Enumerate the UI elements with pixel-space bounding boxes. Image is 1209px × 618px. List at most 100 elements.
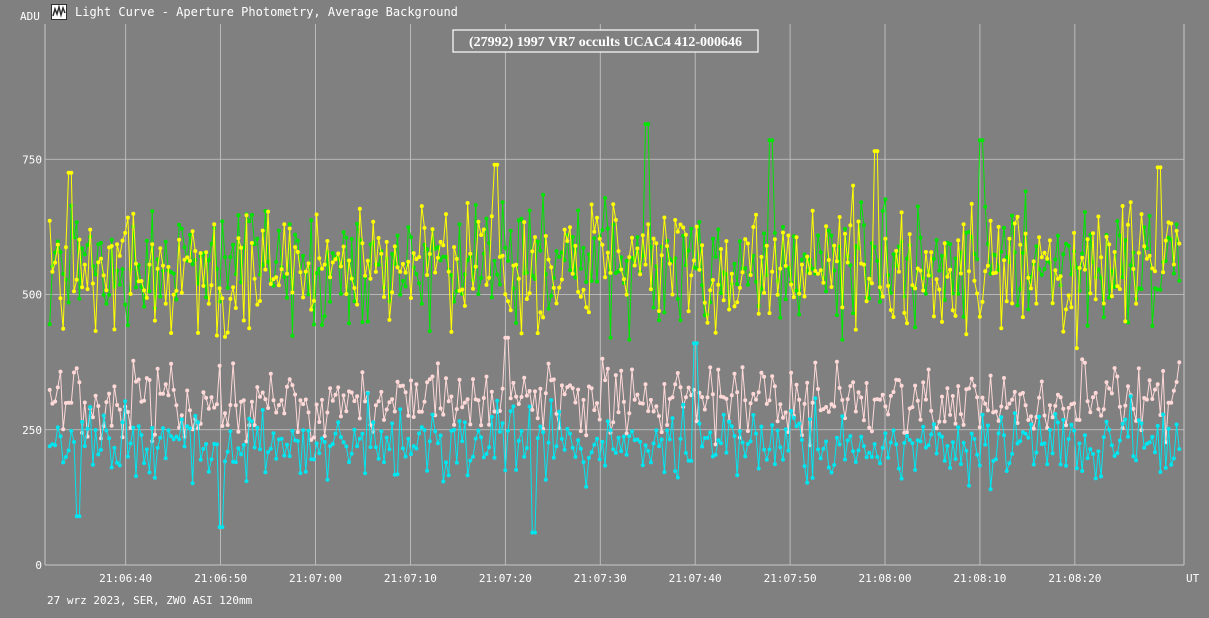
series-3-point <box>899 476 904 481</box>
series-3-point <box>799 437 804 442</box>
series-1-point <box>624 292 629 297</box>
series-1-point <box>1064 307 1068 312</box>
series-3-point <box>136 424 141 429</box>
series-1-point <box>931 314 936 319</box>
series-1-point <box>878 285 882 290</box>
series-1-point <box>600 242 605 247</box>
series-1-point <box>231 285 236 290</box>
series-2-point <box>988 373 993 378</box>
series-1-point <box>220 296 225 301</box>
series-2-point <box>948 412 953 417</box>
series-2-point <box>945 386 950 391</box>
series-3-point <box>363 471 368 476</box>
series-2-point <box>1126 384 1130 389</box>
series-2-point <box>403 390 408 395</box>
series-1-point <box>1034 301 1039 306</box>
series-3-point <box>716 438 721 443</box>
series-3-point <box>460 439 465 444</box>
series-3-point <box>786 448 791 453</box>
series-2-point <box>422 399 427 404</box>
series-1-point <box>392 244 397 249</box>
series-0-point <box>500 200 505 205</box>
series-3-point <box>851 449 856 454</box>
series-1-point <box>1015 214 1020 219</box>
series-3-point <box>813 396 818 401</box>
series-0-point <box>503 245 508 250</box>
series-1-point <box>988 218 993 223</box>
series-1-point <box>355 302 360 307</box>
series-3-point <box>438 433 443 438</box>
series-2-point <box>225 423 230 427</box>
series-3-point <box>90 462 95 467</box>
series-2-point <box>1177 360 1182 365</box>
series-3-point <box>756 466 761 471</box>
series-3-point <box>551 455 556 460</box>
series-0-point <box>554 249 559 254</box>
series-1-point <box>735 300 740 305</box>
series-1-point <box>570 271 575 276</box>
series-2-point <box>584 433 589 438</box>
series-1-point <box>551 285 556 290</box>
series-0-point <box>818 250 823 255</box>
series-0-point <box>1026 307 1031 312</box>
series-1-point <box>923 250 928 254</box>
series-1-point <box>400 261 405 266</box>
series-0-point <box>77 296 82 301</box>
series-3-point <box>177 437 182 442</box>
series-3-point <box>853 460 858 464</box>
series-1-point <box>573 243 578 248</box>
series-1-point <box>926 273 931 278</box>
series-1-point <box>142 288 147 293</box>
series-0-point <box>400 278 405 283</box>
series-3-point <box>142 461 147 466</box>
series-2-point <box>414 382 419 387</box>
series-0-point <box>937 268 942 273</box>
series-3-point <box>605 419 610 424</box>
series-2-point <box>519 395 524 399</box>
series-0-point <box>861 223 866 228</box>
series-3-point <box>837 442 842 447</box>
series-0-point <box>1171 271 1176 276</box>
series-1-point <box>754 212 758 217</box>
series-1-point <box>799 262 804 267</box>
series-2-point <box>1004 405 1009 410</box>
series-0-point <box>414 271 419 276</box>
series-0-point <box>713 254 718 259</box>
series-1-point <box>120 238 125 243</box>
series-1-point <box>99 256 103 261</box>
series-1-point <box>737 285 742 290</box>
series-3-point <box>972 437 977 441</box>
series-0-point <box>743 266 748 271</box>
series-3-point <box>654 428 659 433</box>
series-1-point <box>228 296 233 301</box>
series-2-point <box>338 414 343 419</box>
series-2-point <box>1085 399 1090 404</box>
series-1-point <box>244 213 249 218</box>
series-1-point <box>675 229 680 234</box>
series-3-point <box>1123 417 1128 422</box>
series-3-point <box>967 483 971 488</box>
series-2-point <box>516 402 521 406</box>
series-1-point <box>74 277 79 282</box>
series-3-point <box>565 426 570 431</box>
light-curve-chart[interactable]: ADU UT 0 250 500 750 21:06:40 21:06:50 21:07:0… <box>0 0 1209 618</box>
series-2-point <box>826 409 831 414</box>
series-3-point <box>581 460 586 465</box>
series-2-point <box>716 367 721 372</box>
series-1-point <box>241 318 246 323</box>
series-2-point <box>589 386 594 391</box>
series-3-point <box>182 444 187 449</box>
series-2-point <box>363 399 368 404</box>
series-3-point <box>223 459 227 464</box>
series-0-point <box>163 239 168 244</box>
series-2-point <box>484 374 489 379</box>
series-1-point <box>802 294 807 299</box>
series-3-point <box>894 442 899 447</box>
series-0-point <box>627 337 632 342</box>
series-2-point <box>465 397 470 402</box>
series-3-point <box>193 413 198 418</box>
series-2-point <box>295 430 300 434</box>
series-2-point <box>1047 403 1052 408</box>
series-1-point <box>727 307 732 312</box>
series-2-point <box>263 397 268 402</box>
